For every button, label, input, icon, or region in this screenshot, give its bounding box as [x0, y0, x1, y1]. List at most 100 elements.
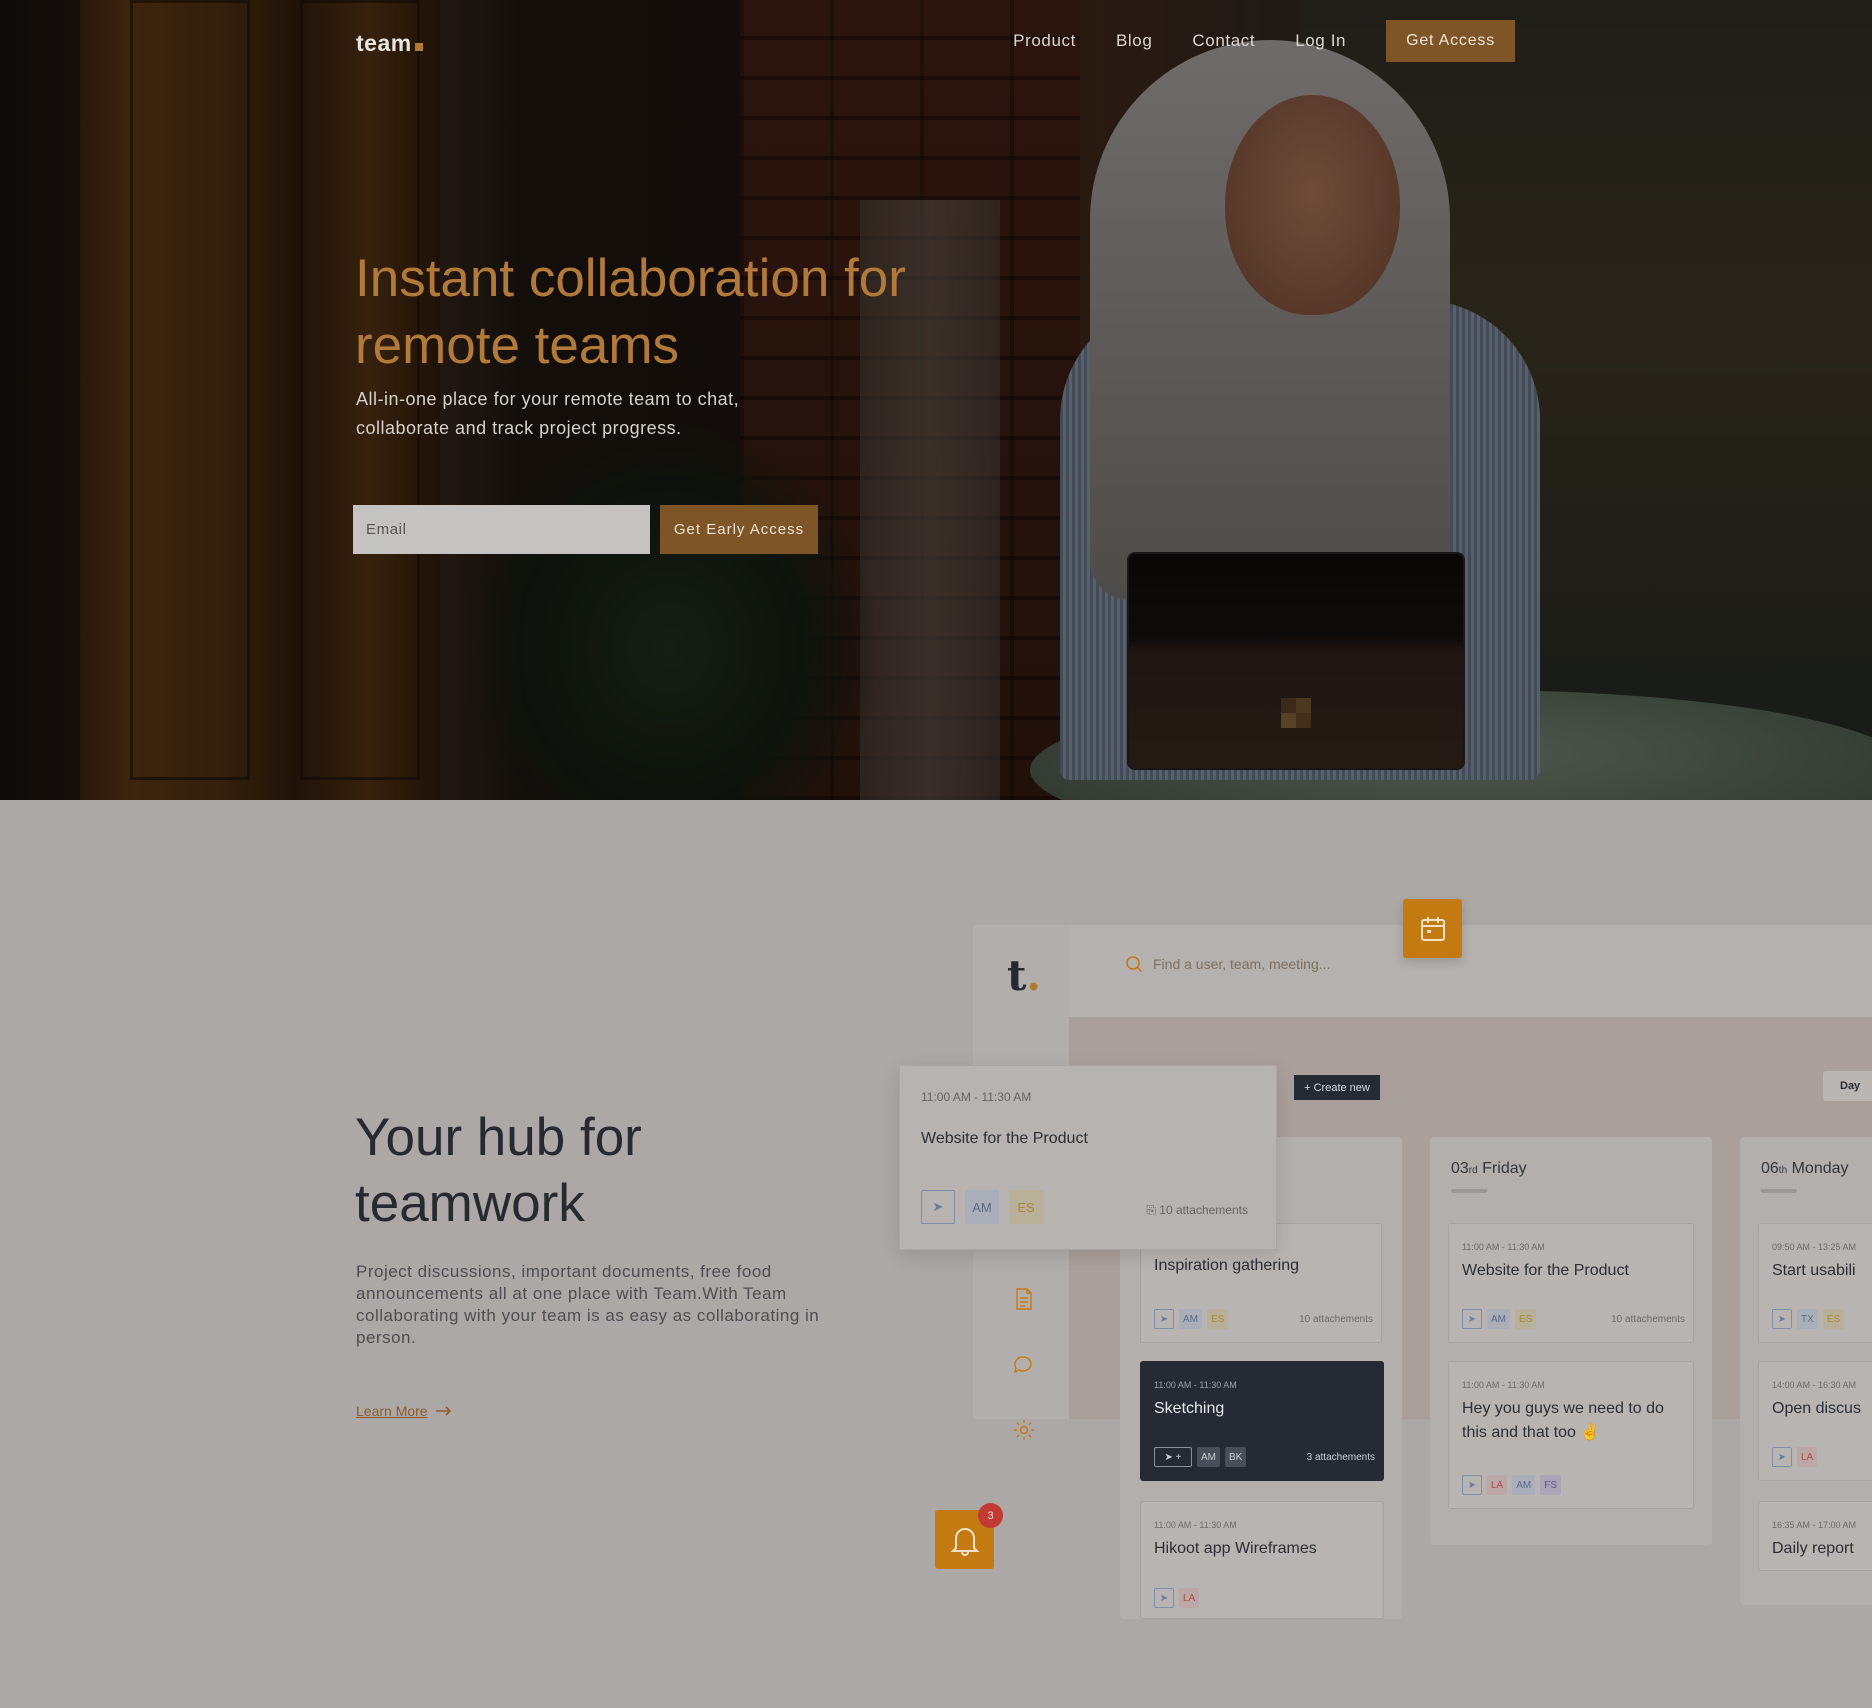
event-chips: ➤ TX ES: [1772, 1309, 1845, 1329]
calendar-icon: [1420, 916, 1445, 941]
notification-badge: 3: [978, 1503, 1003, 1528]
send-add-icon[interactable]: ➤ +: [1154, 1447, 1192, 1467]
site-logo-text: team: [356, 30, 412, 56]
send-icon[interactable]: ➤: [1462, 1309, 1482, 1329]
event-chips: ➤ + AM BK: [1154, 1447, 1247, 1467]
send-icon[interactable]: ➤: [1154, 1309, 1174, 1329]
day-number: 03: [1451, 1160, 1469, 1177]
event-title: Open discus: [1772, 1400, 1861, 1417]
avatar-chip: ES: [1207, 1309, 1229, 1329]
main-nav: Product Blog Contact Log In Get Access: [1013, 20, 1515, 62]
event-time: 16:35 AM - 17:00 AM: [1772, 1520, 1857, 1530]
bell-icon: [950, 1527, 979, 1556]
email-input[interactable]: [353, 505, 650, 554]
learn-more-link[interactable]: Learn More: [356, 1403, 452, 1419]
chat-icon[interactable]: [1012, 1353, 1036, 1377]
column-day-heading: 06th Monday: [1761, 1160, 1849, 1178]
calendar-column-friday: 03rd Friday 11:00 AM - 11:30 AM Website …: [1430, 1137, 1712, 1545]
avatar-chip: AM: [1179, 1309, 1202, 1329]
app-logo-dot: .: [1026, 951, 1042, 1000]
event-card-selected[interactable]: 11:00 AM - 11:30 AM Sketching ➤ + AM BK …: [1140, 1361, 1384, 1481]
event-chips: ➤ LA: [1154, 1588, 1200, 1608]
event-time: 14:00 AM - 16:30 AM: [1772, 1380, 1857, 1390]
calendar-button[interactable]: [1403, 899, 1462, 958]
event-chips: ➤ LA: [1772, 1447, 1818, 1467]
attachments-count: 3 attachements: [1306, 1452, 1375, 1463]
send-icon[interactable]: ➤: [1154, 1588, 1174, 1608]
create-new-button[interactable]: + Create new: [1294, 1075, 1380, 1100]
column-underline: [1761, 1189, 1797, 1193]
gear-icon[interactable]: [1012, 1418, 1036, 1442]
document-icon[interactable]: [1012, 1287, 1036, 1311]
avatar-chip: AM: [1487, 1309, 1510, 1329]
avatar-chip: LA: [1487, 1475, 1508, 1495]
event-time: 11:00 AM - 11:30 AM: [1154, 1380, 1237, 1390]
event-title: Daily report: [1772, 1540, 1854, 1557]
hub-description: Project discussions, important documents…: [356, 1262, 820, 1347]
avatar-chip: AM: [1512, 1475, 1536, 1495]
avatar-chip: FS: [1540, 1475, 1562, 1495]
avatar-chip: TX: [1797, 1309, 1818, 1329]
popup-time: 11:00 AM - 11:30 AM: [921, 1090, 1032, 1104]
hero-section: team Product Blog Contact Log In Get Acc…: [0, 0, 1872, 800]
avatar-chip: ES: [1009, 1190, 1043, 1224]
event-popup[interactable]: 11:00 AM - 11:30 AM Website for the Prod…: [899, 1065, 1277, 1250]
column-underline: [1451, 1189, 1487, 1193]
popup-attachments: ⎘ 10 attachements: [1146, 1203, 1248, 1218]
site-logo[interactable]: team: [356, 30, 423, 57]
day-suffix: rd: [1468, 1165, 1478, 1176]
popup-chips: ➤ AM ES: [921, 1190, 1043, 1224]
get-early-access-button[interactable]: Get Early Access: [660, 505, 818, 554]
attachments-count: 10 attachements: [1299, 1314, 1373, 1325]
event-title: Inspiration gathering: [1154, 1257, 1299, 1274]
avatar-chip: AM: [1197, 1447, 1220, 1467]
event-card[interactable]: 14:00 AM - 16:30 AM Open discus ➤ LA: [1758, 1361, 1872, 1481]
avatar-chip: ES: [1822, 1309, 1845, 1329]
avatar-chip: BK: [1225, 1447, 1247, 1467]
event-chips: ➤ AM ES: [1462, 1309, 1537, 1329]
event-title: Start usabili: [1772, 1262, 1856, 1279]
event-card[interactable]: 11:00 AM - 11:30 AM Hey you guys we need…: [1448, 1361, 1694, 1509]
event-time: 09:50 AM - 13:25 AM: [1772, 1242, 1857, 1252]
event-time: 11:00 AM - 11:30 AM: [1154, 1520, 1237, 1530]
event-chips: ➤ LA AM FS: [1462, 1475, 1562, 1495]
event-title: Hikoot app Wireframes: [1154, 1540, 1317, 1557]
send-icon[interactable]: ➤: [1462, 1475, 1482, 1495]
avatar-chip: AM: [965, 1190, 999, 1224]
nav-link-blog[interactable]: Blog: [1116, 31, 1152, 51]
logo-dot-icon: [414, 43, 423, 51]
app-logo-text: t: [1007, 951, 1027, 1000]
day-name: Friday: [1482, 1160, 1527, 1177]
hero-title: Instant collaboration for remote teams: [355, 249, 906, 375]
hero-subtitle: All-in-one place for your remote team to…: [356, 389, 740, 438]
nav-link-product[interactable]: Product: [1013, 31, 1076, 51]
app-topbar: Find a user, team, meeting...: [1069, 925, 1872, 1017]
event-title: Hey you guys we need to do this and that…: [1462, 1400, 1664, 1441]
app-search[interactable]: Find a user, team, meeting...: [1125, 955, 1330, 973]
event-card[interactable]: 11:00 AM - 11:30 AM Website for the Prod…: [1448, 1223, 1694, 1343]
column-day-heading: 03rd Friday: [1451, 1160, 1527, 1178]
send-icon[interactable]: ➤: [1772, 1447, 1792, 1467]
app-logo: t.: [1007, 951, 1041, 1000]
event-title: Website for the Product: [1462, 1262, 1629, 1279]
day-view-button[interactable]: Day: [1823, 1071, 1872, 1101]
day-number: 06: [1761, 1160, 1779, 1177]
event-time: 11:00 AM - 11:30 AM: [1462, 1380, 1545, 1390]
hero-overlay: [0, 0, 1872, 800]
send-icon[interactable]: ➤: [921, 1190, 955, 1224]
event-card[interactable]: 16:35 AM - 17:00 AM Daily report: [1758, 1501, 1872, 1571]
search-icon: [1126, 956, 1143, 973]
nav-link-login[interactable]: Log In: [1295, 31, 1346, 51]
avatar-chip: ES: [1515, 1309, 1537, 1329]
send-icon[interactable]: ➤: [1772, 1309, 1792, 1329]
event-chips: ➤ AM ES: [1154, 1309, 1229, 1329]
event-card[interactable]: 11:00 AM - 11:30 AM Hikoot app Wireframe…: [1140, 1501, 1384, 1619]
event-card[interactable]: 09:50 AM - 13:25 AM Start usabili ➤ TX E…: [1758, 1223, 1872, 1343]
avatar-chip: LA: [1797, 1447, 1818, 1467]
nav-link-contact[interactable]: Contact: [1192, 31, 1255, 51]
paperclip-icon: ⎘: [1146, 1203, 1156, 1217]
day-name: Monday: [1791, 1160, 1849, 1177]
get-access-button[interactable]: Get Access: [1386, 20, 1515, 62]
event-title: Sketching: [1154, 1400, 1225, 1417]
hub-title: Your hub for teamwork: [355, 1108, 642, 1233]
